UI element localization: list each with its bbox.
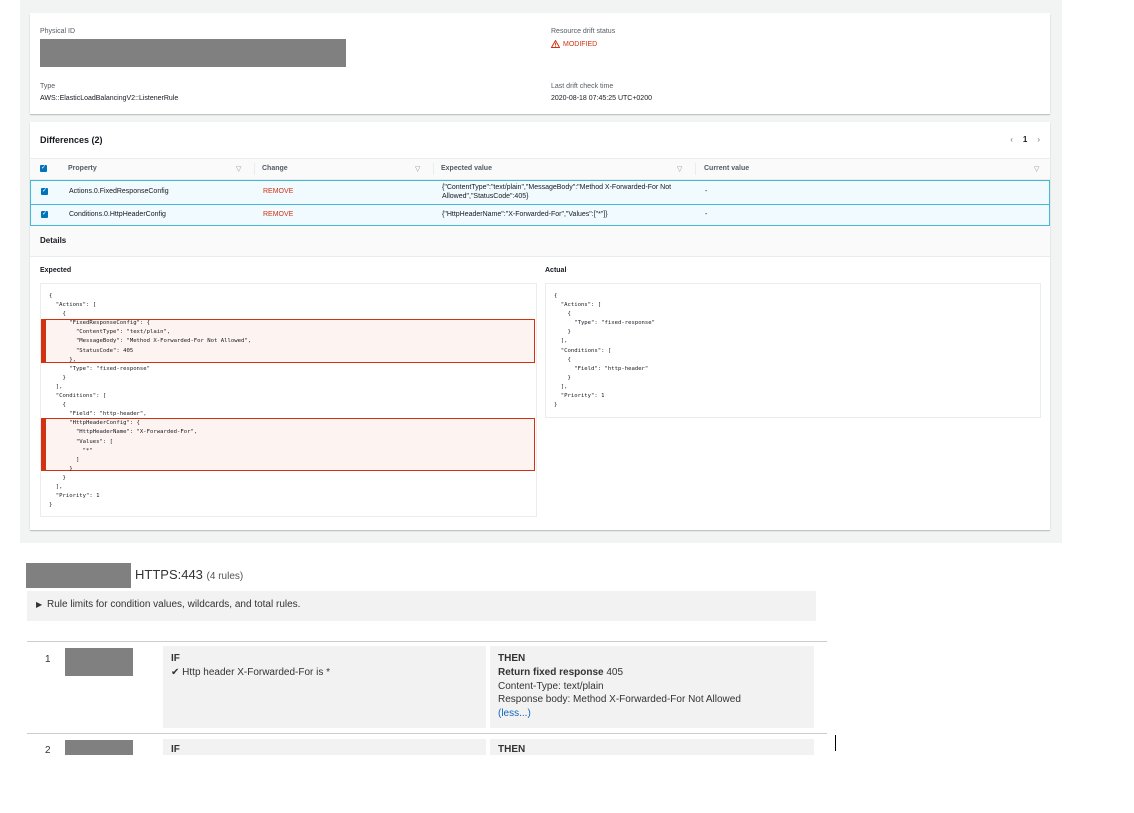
rule-conditions-box: IF <box>163 739 486 755</box>
text-cursor <box>835 735 836 751</box>
row-checkbox[interactable]: ✓ <box>41 188 48 195</box>
listener-protocol: HTTPS:443 <box>135 567 203 582</box>
current-page[interactable]: 1 <box>1023 135 1027 144</box>
sort-current-icon[interactable]: ▽ <box>1034 165 1039 173</box>
listener-rules-panel: HTTPS:443 (4 rules) ▶ Rule limits for co… <box>20 555 840 756</box>
row-change: REMOVE <box>263 188 294 195</box>
col-current[interactable]: Current value <box>704 165 749 172</box>
actual-json-box: { "Actions": [ { "Type": "fixed-response… <box>545 283 1041 418</box>
condition-item: ✔ Http header X-Forwarded-For is * <box>171 667 331 678</box>
type-label: Type <box>40 83 56 90</box>
less-link[interactable]: (less...) <box>498 708 531 719</box>
expected-label: Expected <box>40 267 72 274</box>
response-body: Response body: Method X-Forwarded-For No… <box>498 694 741 705</box>
physical-id-label: Physical ID <box>40 28 76 35</box>
row-checkbox[interactable]: ✓ <box>41 211 48 218</box>
expected-json-box: { "Actions": [ { "FixedResponseConfig": … <box>40 283 537 517</box>
sort-change-icon[interactable]: ▽ <box>415 165 420 173</box>
differences-title: Differences (2) <box>40 135 103 145</box>
col-divider <box>433 163 434 175</box>
rule-actions-box: THEN Return fixed response 405 Content-T… <box>490 646 814 728</box>
col-divider <box>695 163 696 175</box>
row-expected: {"ContentType":"text/plain","MessageBody… <box>442 184 672 200</box>
rule-count: (4 rules) <box>206 571 244 582</box>
col-property[interactable]: Property <box>68 165 97 172</box>
type-value: AWS::ElasticLoadBalancingV2::ListenerRul… <box>40 95 179 102</box>
content-type: Content-Type: text/plain <box>498 681 604 692</box>
physical-id-redacted <box>40 39 346 67</box>
actual-json: { "Actions": [ { "Type": "fixed-response… <box>554 293 656 409</box>
actual-label: Actual <box>545 267 567 274</box>
status-code: 405 <box>606 667 624 678</box>
drift-detail-panel: Physical ID Type AWS::ElasticLoadBalanci… <box>20 0 1062 543</box>
if-label: IF <box>171 744 180 755</box>
rule-conditions-box: IF ✔ Http header X-Forwarded-For is * <box>163 646 486 728</box>
rule-name-redacted <box>65 648 133 676</box>
drift-status-label: Resource drift status <box>551 28 616 35</box>
details-header: Details <box>30 226 1050 257</box>
action-title: Return fixed response 405 <box>498 667 624 678</box>
drift-status-value: MODIFIED <box>563 40 598 48</box>
rule-limits-expander[interactable]: ▶ Rule limits for condition values, wild… <box>27 591 816 621</box>
warning-icon <box>551 40 560 48</box>
col-expected[interactable]: Expected value <box>441 165 492 172</box>
next-page-icon[interactable]: › <box>1037 135 1040 144</box>
rule-number: 1 <box>45 654 51 665</box>
rule-actions-box: THEN <box>490 739 814 755</box>
rule-number: 2 <box>45 745 51 756</box>
col-divider <box>254 163 255 175</box>
expected-json: { "Actions": [ { "FixedResponseConfig": … <box>49 293 252 509</box>
expand-triangle-icon: ▶ <box>36 600 43 609</box>
table-row[interactable]: ✓ Actions.0.FixedResponseConfig REMOVE {… <box>30 180 1050 205</box>
last-check-label: Last drift check time <box>551 83 614 90</box>
col-change[interactable]: Change <box>262 165 288 172</box>
pagination: ‹ 1 › <box>1010 135 1040 144</box>
table-row[interactable]: ✓ Conditions.0.HttpHeaderConfig REMOVE {… <box>30 204 1050 226</box>
if-label: IF <box>171 653 180 664</box>
details-title: Details <box>40 236 67 245</box>
differences-card: Differences (2) ‹ 1 › ✓ Property ▽ Chang… <box>30 122 1050 530</box>
check-icon: ✔ <box>171 667 180 678</box>
row-current: - <box>705 211 708 218</box>
prev-page-icon[interactable]: ‹ <box>1010 135 1013 144</box>
row-current: - <box>705 188 708 195</box>
listener-title: HTTPS:443 (4 rules) <box>135 567 243 582</box>
last-check-value: 2020-08-18 07:45:25 UTC+0200 <box>551 95 652 102</box>
row-property: Actions.0.FixedResponseConfig <box>69 188 169 195</box>
sort-property-icon[interactable]: ▽ <box>236 165 241 173</box>
resource-summary-card: Physical ID Type AWS::ElasticLoadBalanci… <box>30 13 1050 114</box>
differences-count: (2) <box>91 135 103 145</box>
then-label: THEN <box>498 653 526 664</box>
row-expected: {"HttpHeaderName":"X-Forwarded-For","Val… <box>442 211 608 218</box>
select-all-checkbox[interactable]: ✓ <box>40 165 47 172</box>
listener-name-redacted <box>26 563 131 588</box>
differences-table-header: ✓ Property ▽ Change ▽ Expected value ▽ C… <box>30 158 1050 180</box>
rule-name-redacted <box>65 740 133 755</box>
then-label: THEN <box>498 744 526 755</box>
sort-expected-icon[interactable]: ▽ <box>677 165 682 173</box>
row-property: Conditions.0.HttpHeaderConfig <box>69 211 166 218</box>
rule-divider <box>27 641 827 642</box>
rule-divider <box>27 733 827 734</box>
row-change: REMOVE <box>263 211 294 218</box>
rule-limits-text: Rule limits for condition values, wildca… <box>47 599 301 610</box>
drift-status: MODIFIED <box>551 40 597 48</box>
